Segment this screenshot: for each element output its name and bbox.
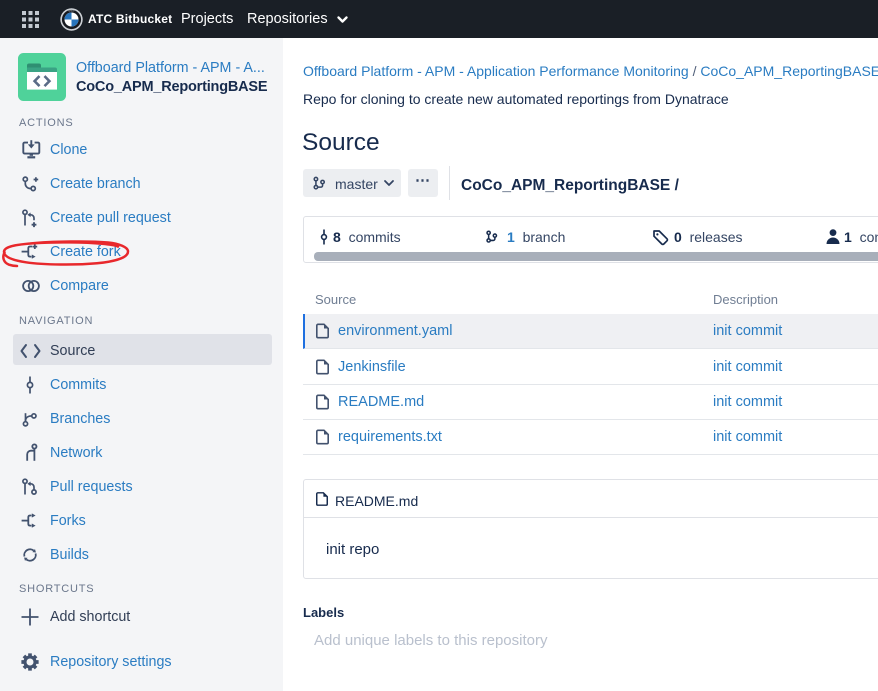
svg-text:BMW: BMW xyxy=(68,10,75,13)
